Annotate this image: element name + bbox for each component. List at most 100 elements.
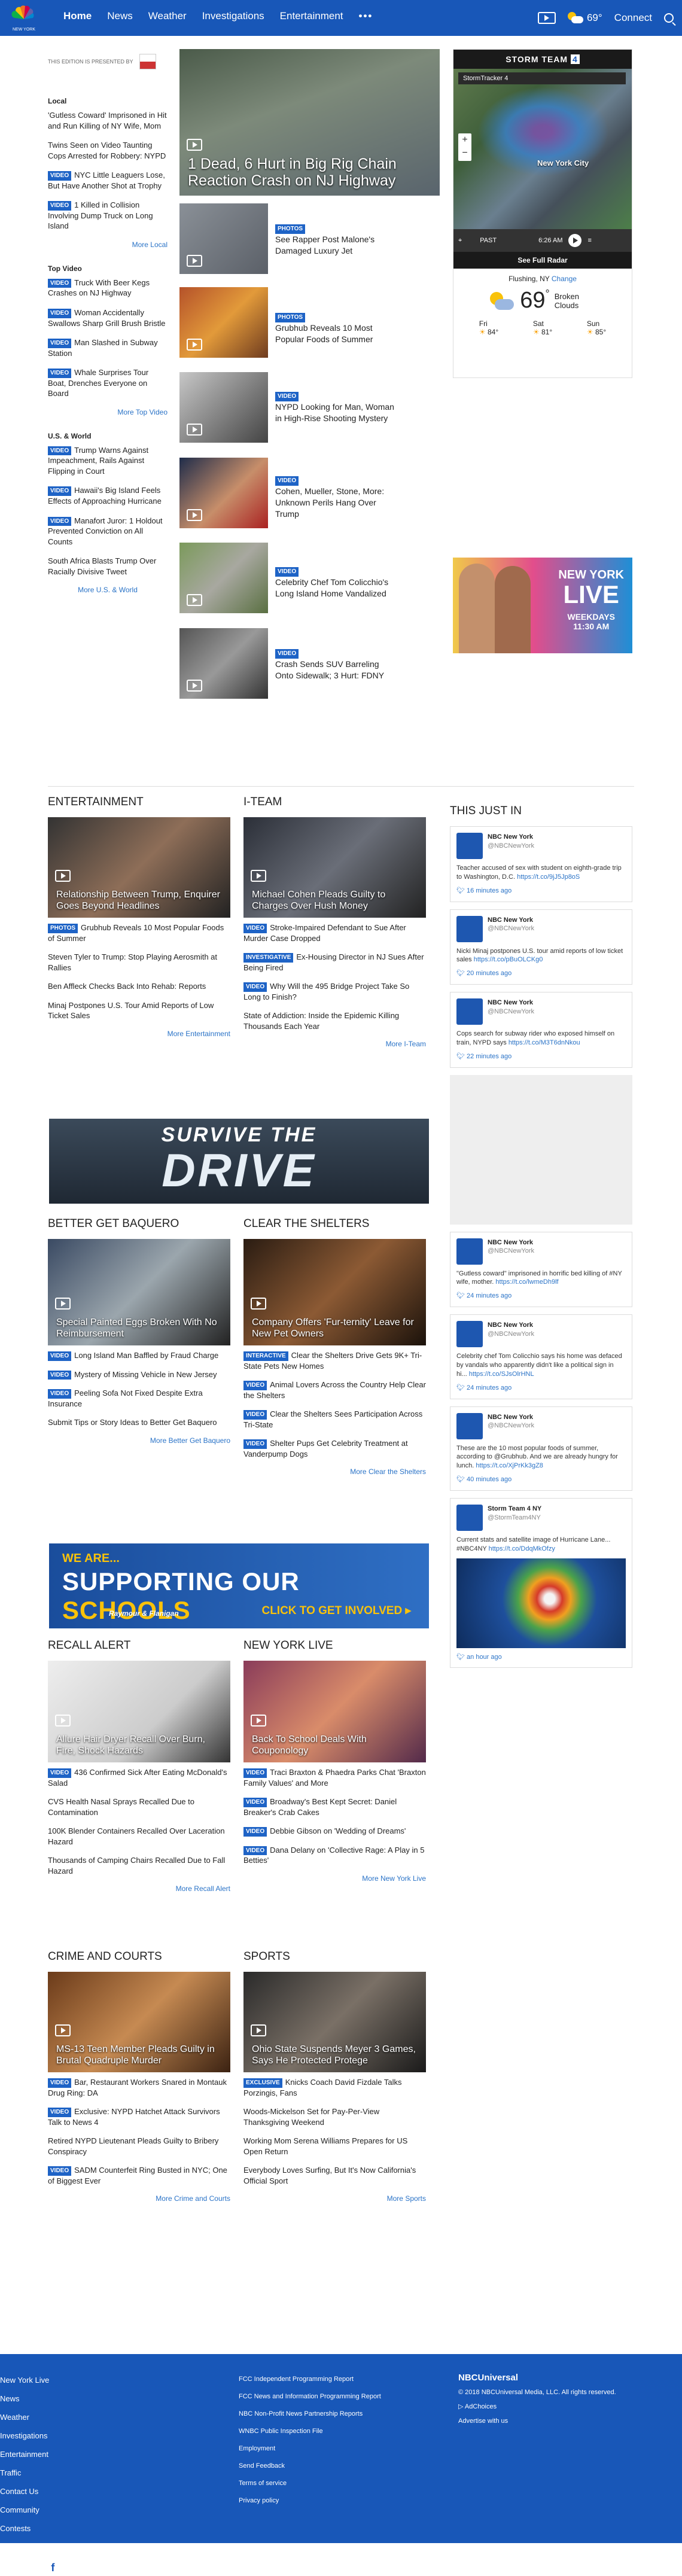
footer-link[interactable]: FCC News and Information Programming Rep… — [239, 2388, 381, 2406]
feature-image[interactable]: Michael Cohen Pleads Guilty to Charges O… — [243, 817, 426, 918]
feature-image[interactable]: Ohio State Suspends Meyer 3 Games, Says … — [243, 1972, 426, 2072]
avatar[interactable] — [456, 1412, 483, 1439]
feature-image[interactable]: Back To School Deals With Couponology — [243, 1661, 426, 1762]
list-item[interactable]: Retired NYPD Lieutenant Pleads Guilty to… — [48, 2136, 230, 2157]
tweet-time[interactable]: 20 minutes ago — [467, 970, 512, 977]
feature-image[interactable]: Special Painted Eggs Broken With No Reim… — [48, 1239, 230, 1345]
nav-home[interactable]: Home — [63, 10, 92, 22]
footer-link[interactable]: Terms of service — [239, 2475, 381, 2492]
play-icon[interactable] — [251, 2024, 266, 2036]
list-item[interactable]: State of Addiction: Inside the Epidemic … — [243, 1010, 426, 1031]
footer-link[interactable]: New York Live — [0, 2371, 59, 2389]
list-item[interactable]: VIDEO Peeling Sofa Not Fixed Despite Extr… — [48, 1388, 230, 1409]
story-row[interactable]: PHOTOS See Rapper Post Malone's Damaged L… — [179, 203, 395, 274]
survive-drive-banner[interactable]: SURVIVE THE DRIVE — [49, 1119, 429, 1204]
story-thumbnail[interactable] — [179, 458, 268, 528]
tweet-link[interactable]: https://t.co/DdqMkOfzy — [489, 1545, 555, 1552]
feature-caption[interactable]: Special Painted Eggs Broken With No Reim… — [56, 1317, 224, 1339]
play-icon[interactable] — [251, 1298, 266, 1310]
list-item[interactable]: Steven Tyler to Trump: Stop Playing Aero… — [48, 952, 230, 973]
tweet[interactable]: NBC New York @NBCNewYork Nicki Minaj pos… — [450, 909, 632, 985]
more-link[interactable]: More I-Team — [243, 1040, 426, 1048]
footer-link[interactable]: Privacy policy — [239, 2492, 381, 2510]
play-icon[interactable] — [55, 870, 71, 882]
list-item[interactable]: VIDEO Shelter Pups Get Celebrity Treatmen… — [243, 1438, 426, 1459]
story-thumbnail[interactable] — [179, 203, 268, 274]
play-icon[interactable] — [55, 1298, 71, 1310]
footer-link[interactable]: Employment — [239, 2440, 381, 2458]
hurricane-satellite-image[interactable] — [456, 1558, 626, 1648]
tweet-time[interactable]: 22 minutes ago — [467, 1053, 512, 1060]
story-thumbnail[interactable] — [179, 543, 268, 613]
hero-caption[interactable]: 1 Dead, 6 Hurt in Big Rig Chain Reaction… — [188, 156, 415, 190]
list-item[interactable]: 100K Blender Containers Recalled Over La… — [48, 1826, 230, 1847]
story-thumbnail[interactable] — [179, 287, 268, 358]
story-thumbnail[interactable] — [179, 372, 268, 443]
adchoices-link[interactable]: ▷ AdChoices — [458, 2400, 616, 2414]
list-item[interactable]: VIDEO Bar, Restaurant Workers Snared in M… — [48, 2077, 230, 2098]
tv-icon[interactable] — [537, 12, 556, 24]
list-item[interactable]: PHOTOS Grubhub Reveals 10 Most Popular Fo… — [48, 922, 230, 943]
avatar[interactable] — [456, 915, 483, 942]
nav-weather[interactable]: Weather — [148, 10, 187, 22]
radar-play-icon[interactable] — [568, 234, 582, 247]
list-item[interactable]: VIDEO Traci Braxton & Phaedra Parks Chat … — [243, 1767, 426, 1788]
footer-link[interactable]: Traffic — [0, 2464, 59, 2482]
list-item[interactable]: VIDEO Animal Lovers Across the Country He… — [243, 1380, 426, 1400]
footer-link[interactable]: Contact Us — [0, 2482, 59, 2501]
list-item[interactable]: VIDEO Clear the Shelters Sees Participati… — [243, 1409, 426, 1430]
sponsor-logo[interactable] — [139, 54, 156, 69]
list-item[interactable]: CVS Health Nasal Sprays Recalled Due to … — [48, 1796, 230, 1817]
feature-caption[interactable]: Ohio State Suspends Meyer 3 Games, Says … — [252, 2044, 419, 2066]
story-title[interactable]: Celebrity Chef Tom Colicchio's Long Isla… — [275, 577, 388, 598]
footer-link[interactable]: Community — [0, 2501, 59, 2519]
footer-link[interactable]: FCC Independent Programming Report — [239, 2371, 381, 2388]
list-item[interactable]: VIDEO 436 Confirmed Sick After Eating McD… — [48, 1767, 230, 1788]
list-item[interactable]: VIDEO Woman Accidentally Swallows Sharp G… — [48, 307, 168, 328]
nav-entertainment[interactable]: Entertainment — [280, 10, 343, 22]
zoom-controls[interactable]: + − — [458, 133, 471, 161]
list-item[interactable]: Twins Seen on Video Taunting Cops Arrest… — [48, 140, 168, 161]
footer-link[interactable]: WNBC Public Inspection File — [239, 2423, 381, 2440]
radar-past-label[interactable]: PAST — [480, 237, 497, 244]
more-link[interactable]: More Sports — [243, 2194, 426, 2203]
list-item[interactable]: VIDEO 1 Killed in Collision Involving Dum… — [48, 200, 168, 232]
story-thumbnail[interactable] — [179, 628, 268, 699]
feature-caption[interactable]: Back To School Deals With Couponology — [252, 1734, 419, 1756]
story-title[interactable]: Cohen, Mueller, Stone, More: Unknown Per… — [275, 486, 384, 519]
story-title[interactable]: Grubhub Reveals 10 Most Popular Foods of… — [275, 323, 373, 344]
play-icon[interactable] — [55, 1715, 71, 1727]
change-location-link[interactable]: Change — [552, 275, 577, 283]
nav-news[interactable]: News — [107, 10, 133, 22]
tweet-time[interactable]: an hour ago — [467, 1654, 502, 1661]
feature-caption[interactable]: Michael Cohen Pleads Guilty to Charges O… — [252, 890, 419, 912]
story-row[interactable]: VIDEO Celebrity Chef Tom Colicchio's Long… — [179, 543, 395, 613]
list-item[interactable]: South Africa Blasts Trump Over Racially … — [48, 556, 168, 577]
more-link[interactable]: More Entertainment — [48, 1030, 230, 1038]
nbc-logo[interactable]: NEW YORK — [6, 4, 42, 32]
feature-caption[interactable]: Allure Hair Dryer Recall Over Burn, Fire… — [56, 1734, 224, 1756]
footer-link[interactable]: Weather — [0, 2408, 59, 2426]
list-item[interactable]: VIDEO Stroke-Impaired Defendant to Sue Af… — [243, 922, 426, 943]
radar-map[interactable]: StormTracker 4 New York City + − — [453, 69, 632, 229]
more-us-world-link[interactable]: More U.S. & World — [48, 586, 168, 594]
see-full-radar-button[interactable]: See Full Radar — [453, 252, 632, 269]
footer-link[interactable]: Investigations — [0, 2426, 59, 2445]
feature-image[interactable]: Relationship Between Trump, Enquirer Goe… — [48, 817, 230, 918]
footer-link[interactable]: Send Feedback — [239, 2458, 381, 2475]
supporting-schools-banner[interactable]: WE ARE... SUPPORTING OUR SCHOOLS CLICK T… — [49, 1543, 429, 1628]
list-item[interactable]: VIDEO Exclusive: NYPD Hatchet Attack Surv… — [48, 2106, 230, 2127]
play-icon[interactable] — [251, 870, 266, 882]
footer-link[interactable]: News — [0, 2389, 59, 2408]
play-icon[interactable] — [55, 2024, 71, 2036]
play-icon[interactable] — [187, 139, 202, 151]
list-item[interactable]: EXCLUSIVE Knicks Coach David Fizdale Talk… — [243, 2077, 426, 2098]
list-item[interactable]: VIDEO NYC Little Leaguers Lose, But Have … — [48, 170, 168, 191]
ny-live-promo[interactable]: NEW YORK LIVE WEEKDAYS 11:30 AM — [453, 558, 632, 653]
list-item[interactable]: Working Mom Serena Williams Prepares for… — [243, 2136, 426, 2157]
story-row[interactable]: VIDEO NYPD Looking for Man, Woman in High… — [179, 372, 395, 443]
nbcuniversal-logo[interactable]: NBCUniversal — [458, 2371, 616, 2385]
list-item[interactable]: 'Gutless Coward' Imprisoned in Hit and R… — [48, 110, 168, 131]
list-item[interactable]: VIDEO Man Slashed in Subway Station — [48, 337, 168, 358]
tweet-link[interactable]: https://t.co/M3T6dnNkou — [509, 1039, 580, 1046]
